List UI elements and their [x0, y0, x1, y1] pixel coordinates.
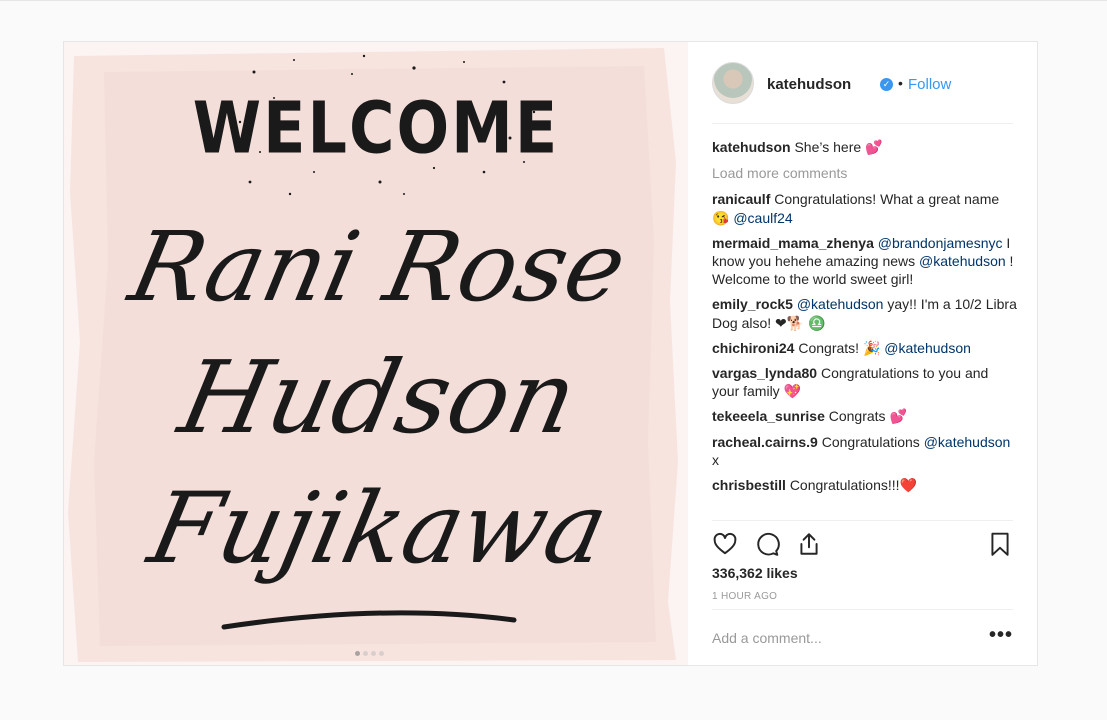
name-line-fujikawa: Fujikawa	[138, 472, 617, 586]
comment-username[interactable]: chichironi24	[712, 340, 794, 356]
comment: mermaid_mama_zhenya @brandonjamesnyc I k…	[712, 234, 1017, 289]
heart-icon[interactable]	[712, 531, 738, 557]
carousel-dot	[379, 651, 384, 656]
welcome-heading: WELCOME	[193, 86, 559, 169]
comment-mention[interactable]: @brandonjamesnyc	[878, 235, 1003, 251]
comments-list: katehudson She’s here 💕 Load more commen…	[712, 138, 1017, 501]
post-timestamp[interactable]: 1 HOUR AGO	[712, 591, 777, 602]
post-sidebar: katehudson ✓ • Follow katehudson She’s h…	[688, 42, 1037, 665]
comment-username[interactable]: tekeeela_sunrise	[712, 408, 825, 424]
top-divider	[0, 0, 1107, 1]
comment-mention[interactable]: @katehudson	[919, 253, 1006, 269]
welcome-announcement-graphic: WELCOME Rani Rose Hudson Fujikawa	[68, 48, 678, 662]
comment-username[interactable]: chrisbestill	[712, 477, 786, 493]
comment-mention[interactable]: @katehudson	[924, 434, 1011, 450]
post-caption: katehudson She’s here 💕	[712, 138, 1017, 156]
add-comment-input[interactable]: Add a comment...	[712, 630, 822, 646]
comment-text: Congratulations!!!❤️	[789, 477, 917, 494]
verified-check-icon: ✓	[880, 78, 893, 91]
comment-mention[interactable]: @katehudson	[884, 340, 971, 356]
post-header: katehudson ✓ • Follow	[712, 42, 1013, 124]
like-count[interactable]: 336,362 likes	[712, 565, 798, 581]
instagram-post: WELCOME Rani Rose Hudson Fujikawa katehu…	[63, 41, 1038, 666]
comment-text: Congratulations	[821, 433, 924, 450]
add-comment-bar: Add a comment... •••	[712, 609, 1013, 667]
bookmark-icon[interactable]	[987, 531, 1013, 557]
comment-text: x	[712, 451, 719, 468]
carousel-dot	[363, 651, 368, 656]
carousel-indicator	[355, 643, 387, 661]
comment-text: Congrats 💕	[828, 408, 907, 425]
follow-button[interactable]: Follow	[908, 76, 951, 93]
comment: emily_rock5 @katehudson yay!! I'm a 10/2…	[712, 295, 1017, 331]
carousel-dot-active	[355, 651, 360, 656]
post-image[interactable]: WELCOME Rani Rose Hudson Fujikawa	[64, 42, 688, 665]
comment: racheal.cairns.9 Congratulations @katehu…	[712, 433, 1017, 469]
comment: vargas_lynda80 Congratulations to you an…	[712, 364, 1017, 400]
share-icon[interactable]	[796, 531, 822, 557]
load-more-comments-link[interactable]: Load more comments	[712, 164, 1017, 182]
comment-username[interactable]: vargas_lynda80	[712, 365, 817, 381]
comment-mention[interactable]: @caulf24	[733, 210, 792, 226]
comment-username[interactable]: mermaid_mama_zhenya	[712, 235, 874, 251]
comment-username[interactable]: emily_rock5	[712, 296, 793, 312]
header-separator: •	[898, 75, 903, 91]
name-line-hudson: Hudson	[168, 339, 586, 456]
comment: chichironi24 Congrats! 🎉 @katehudson	[712, 339, 1017, 357]
header-username[interactable]: katehudson	[767, 76, 851, 93]
comment: ranicaulf Congratulations! What a great …	[712, 190, 1017, 226]
name-line-rani-rose: Rani Rose	[119, 211, 636, 323]
caption-text: She’s here 💕	[794, 139, 883, 155]
comment-username[interactable]: ranicaulf	[712, 191, 770, 207]
comment: tekeeela_sunrise Congrats 💕	[712, 407, 1017, 425]
avatar[interactable]	[712, 62, 754, 104]
carousel-dot	[371, 651, 376, 656]
caption-username[interactable]: katehudson	[712, 139, 791, 155]
comment-username[interactable]: racheal.cairns.9	[712, 434, 818, 450]
comment-text: Congrats! 🎉	[798, 339, 885, 356]
comment-bubble-icon[interactable]	[754, 531, 780, 557]
post-actions: 336,362 likes 1 HOUR AGO Add a comment..…	[712, 520, 1013, 666]
more-options-icon[interactable]: •••	[989, 624, 1013, 647]
comment-mention[interactable]: @katehudson	[797, 296, 884, 312]
comment: chrisbestill Congratulations!!!❤️	[712, 476, 1017, 494]
